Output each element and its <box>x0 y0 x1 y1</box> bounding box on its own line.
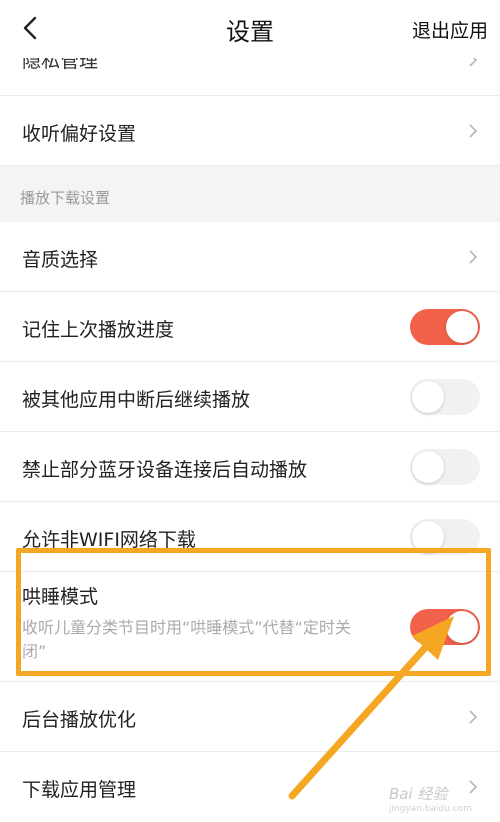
chevron-right-icon <box>469 250 478 264</box>
watermark-subtext: jingyan.baidu.com <box>388 804 472 814</box>
non-wifi-download-toggle[interactable] <box>410 519 480 555</box>
settings-item-label: 哄睡模式 <box>22 586 99 608</box>
section-title: 播放下载设置 <box>20 189 111 207</box>
settings-item-bluetooth-autoplay: 禁止部分蓝牙设备连接后自动播放 <box>0 432 500 502</box>
exit-app-button[interactable]: 退出应用 <box>412 16 488 43</box>
toggle-knob <box>446 311 478 343</box>
chevron-right-icon <box>469 58 478 67</box>
settings-item-sleep-mode: 哄睡模式 收听儿童分类节目时用“哄睡模式”代替“定时关闭” <box>0 572 500 682</box>
settings-item-resume-after-interrupt: 被其他应用中断后继续播放 <box>0 362 500 432</box>
settings-item-privacy[interactable]: 隐私管理 <box>0 58 500 96</box>
toggle-knob <box>412 451 444 483</box>
settings-item-non-wifi-download: 允许非WIFI网络下载 <box>0 502 500 572</box>
settings-item-label: 音质选择 <box>22 249 99 271</box>
toggle-knob <box>412 381 444 413</box>
settings-item-label: 允许非WIFI网络下载 <box>22 529 196 551</box>
resume-after-interrupt-toggle[interactable] <box>410 379 480 415</box>
settings-item-label: 记住上次播放进度 <box>22 319 175 341</box>
toggle-knob <box>446 611 478 643</box>
chevron-right-icon <box>469 710 478 724</box>
toggle-knob <box>412 521 444 553</box>
settings-item-background-playback[interactable]: 后台播放优化 <box>0 682 500 752</box>
settings-item-label: 后台播放优化 <box>22 709 137 731</box>
settings-item-label: 下载应用管理 <box>22 779 137 801</box>
settings-item-listen-pref[interactable]: 收听偏好设置 <box>0 96 500 166</box>
bluetooth-autoplay-toggle[interactable] <box>410 449 480 485</box>
settings-item-label: 收听偏好设置 <box>22 123 137 145</box>
settings-item-description: 收听儿童分类节目时用“哄睡模式”代替“定时关闭” <box>22 618 351 661</box>
remember-progress-toggle[interactable] <box>410 309 480 345</box>
section-header: 播放下载设置 <box>0 166 500 222</box>
chevron-right-icon <box>469 124 478 138</box>
top-nav-bar: 设置 退出应用 <box>0 0 500 58</box>
sleep-mode-toggle[interactable] <box>410 609 480 645</box>
watermark: Bai 经验 jingyan.baidu.com <box>389 783 472 814</box>
watermark-text: Bai 经验 <box>388 785 448 803</box>
settings-item-audio-quality[interactable]: 音质选择 <box>0 222 500 292</box>
settings-item-label: 禁止部分蓝牙设备连接后自动播放 <box>22 459 308 481</box>
settings-item-remember-progress: 记住上次播放进度 <box>0 292 500 362</box>
settings-item-label: 被其他应用中断后继续播放 <box>22 389 251 411</box>
settings-item-label: 隐私管理 <box>22 58 99 72</box>
